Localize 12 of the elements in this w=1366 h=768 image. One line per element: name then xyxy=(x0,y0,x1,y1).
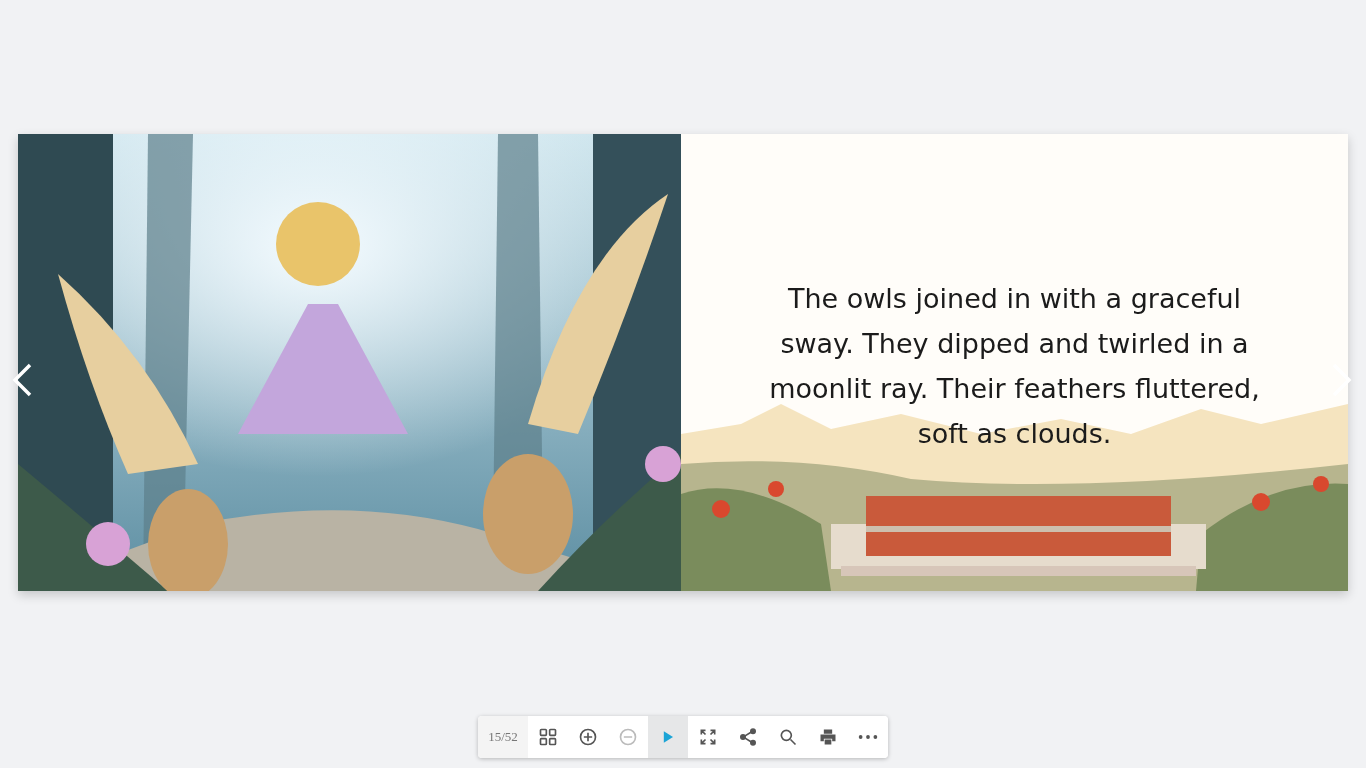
zoom-out-icon xyxy=(618,727,638,747)
printer-icon xyxy=(818,727,838,747)
page-text: The owls joined in with a graceful sway. They dipped and twirled in a moonlit ray. Their feathers fluttered, soft as clouds. xyxy=(768,282,1261,451)
search-icon xyxy=(778,727,798,747)
fullscreen-icon xyxy=(698,727,718,747)
page-counter: 15/52 xyxy=(478,716,528,758)
fullscreen-button[interactable] xyxy=(688,716,728,758)
more-icon xyxy=(858,734,878,740)
zoom-in-icon xyxy=(578,727,598,747)
share-icon xyxy=(738,727,758,747)
grid-icon xyxy=(538,727,558,747)
thumbnails-button[interactable] xyxy=(528,716,568,758)
